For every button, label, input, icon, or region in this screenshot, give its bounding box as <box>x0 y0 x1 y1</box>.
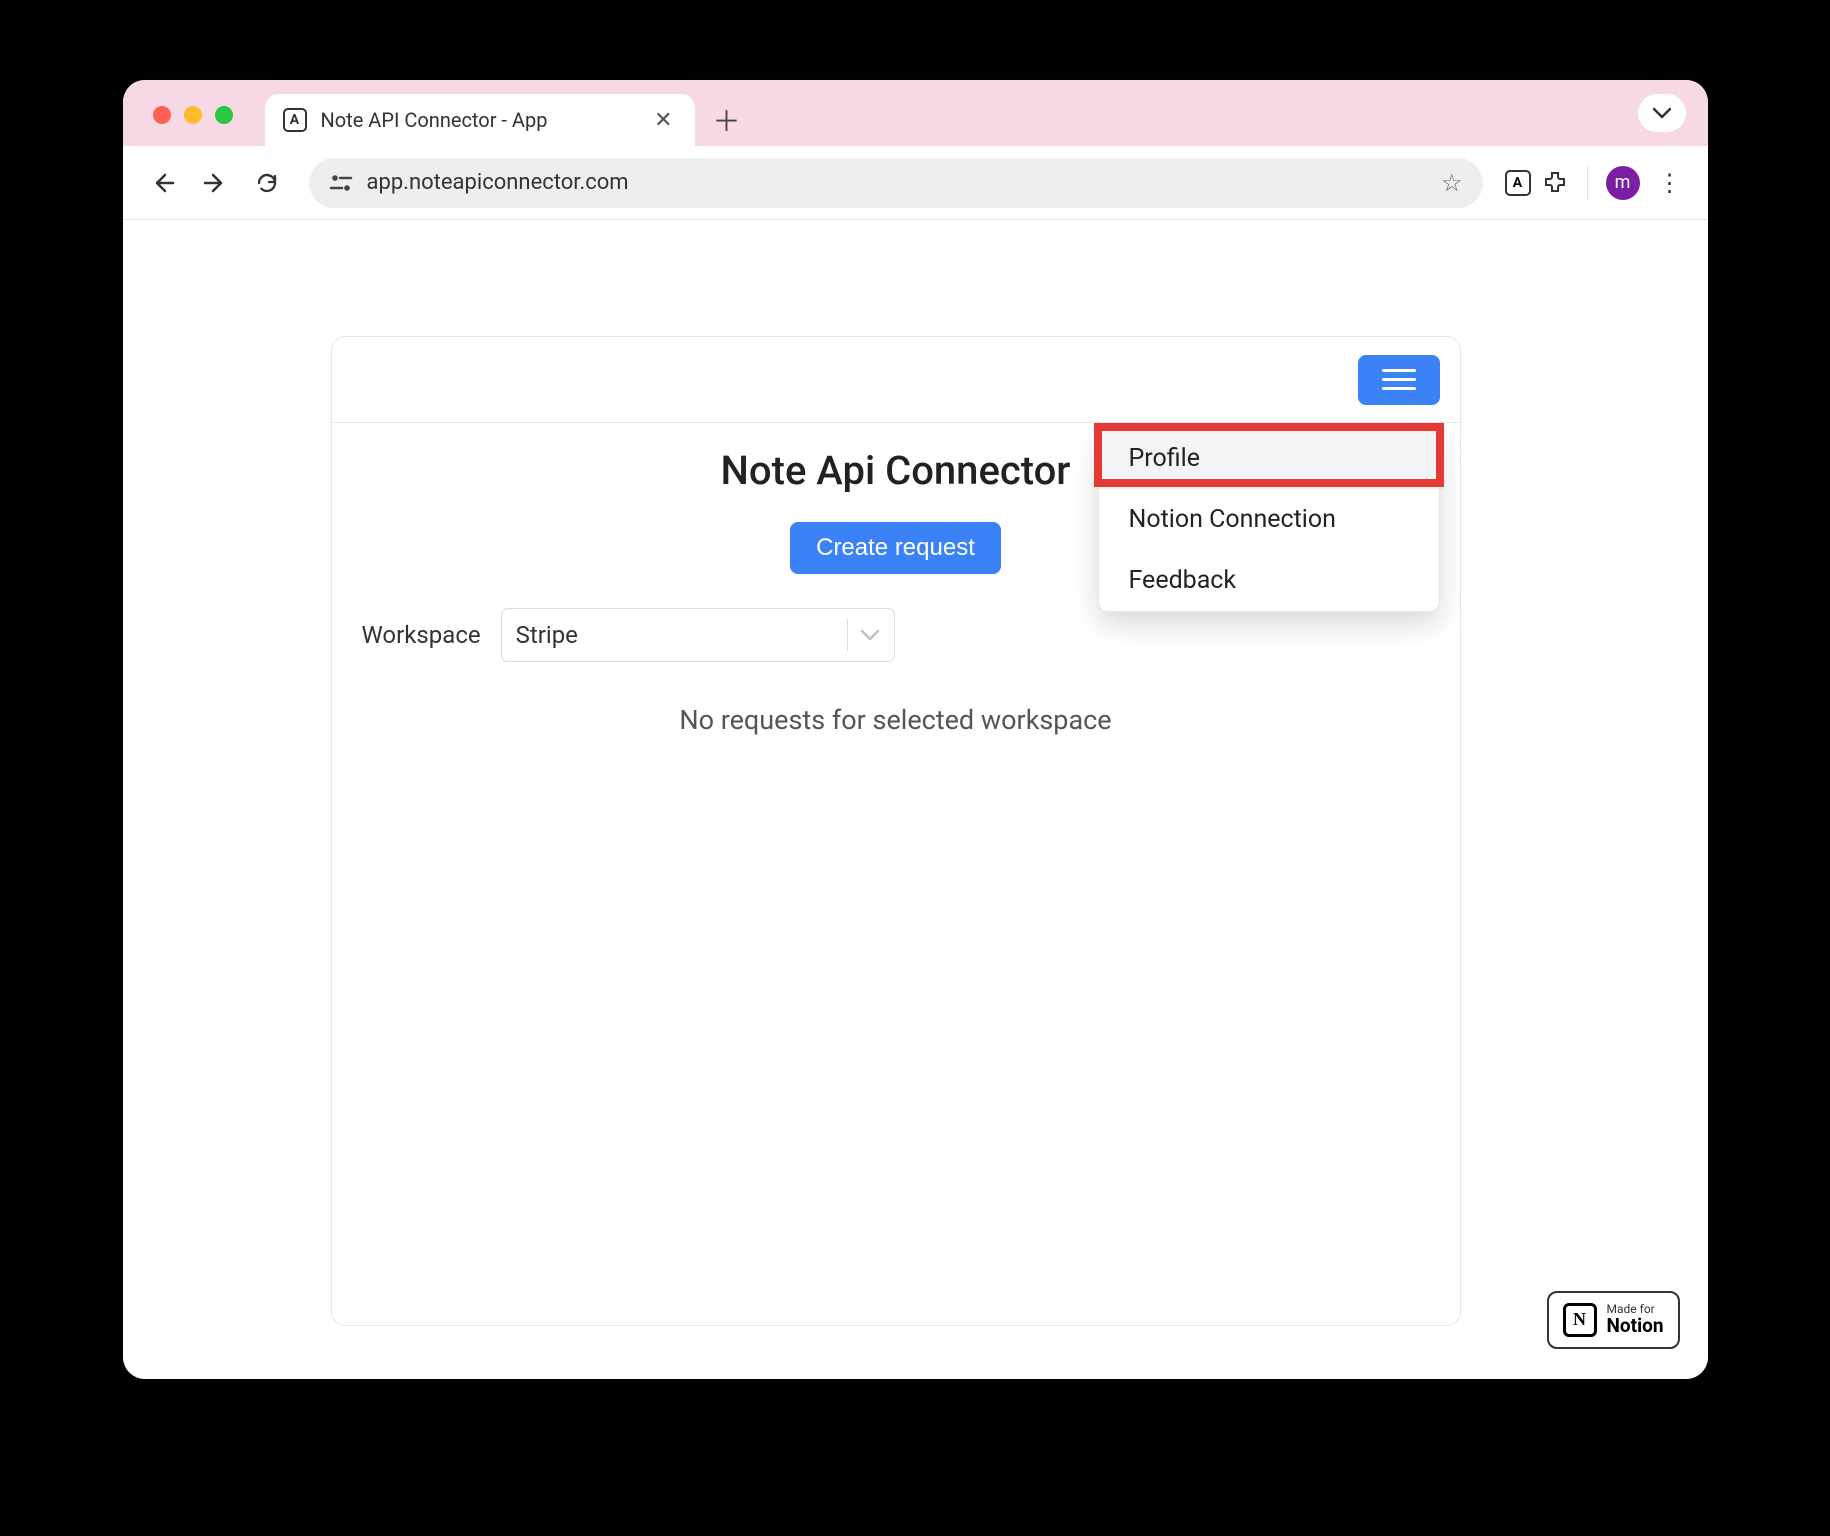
profile-avatar[interactable]: m <box>1606 166 1640 200</box>
reload-button[interactable] <box>247 163 287 203</box>
workspace-row: Workspace Stripe <box>362 608 1430 662</box>
tab-title: Note API Connector - App <box>321 108 637 132</box>
arrow-left-icon <box>151 171 175 195</box>
menu-item-notion-connection[interactable]: Notion Connection <box>1099 489 1439 550</box>
minimize-window-button[interactable] <box>184 106 202 124</box>
menu-toggle-button[interactable] <box>1358 355 1440 405</box>
url-text: app.noteapiconnector.com <box>367 170 1427 195</box>
badge-text: Made for Notion <box>1607 1303 1664 1337</box>
browser-toolbar: app.noteapiconnector.com ☆ A m ⋮ <box>123 146 1708 220</box>
close-tab-button[interactable]: ✕ <box>650 108 676 133</box>
browser-menu-button[interactable]: ⋮ <box>1652 169 1688 197</box>
tab-favicon-icon: A <box>283 108 307 132</box>
select-separator <box>847 619 848 651</box>
window-controls <box>153 106 233 124</box>
browser-tab[interactable]: A Note API Connector - App ✕ <box>265 94 695 146</box>
avatar-letter: m <box>1615 172 1631 193</box>
address-bar[interactable]: app.noteapiconnector.com ☆ <box>309 158 1483 208</box>
chevron-down-icon <box>1653 107 1671 119</box>
site-settings-icon[interactable] <box>329 173 353 193</box>
extension-a-icon[interactable]: A <box>1505 170 1531 196</box>
notion-logo-icon: N <box>1563 1303 1597 1337</box>
app-card: Note Api Connector Create request Worksp… <box>331 336 1461 1326</box>
workspace-selected-value: Stripe <box>516 621 835 649</box>
maximize-window-button[interactable] <box>215 106 233 124</box>
close-window-button[interactable] <box>153 106 171 124</box>
forward-button[interactable] <box>195 163 235 203</box>
card-header <box>332 337 1460 423</box>
chevron-down-icon <box>860 628 880 642</box>
badge-big-text: Notion <box>1607 1316 1664 1337</box>
new-tab-button[interactable]: ＋ <box>707 100 747 140</box>
tab-bar: A Note API Connector - App ✕ ＋ <box>123 80 1708 146</box>
back-button[interactable] <box>143 163 183 203</box>
made-for-notion-badge[interactable]: N Made for Notion <box>1547 1291 1680 1349</box>
toolbar-divider <box>1587 165 1588 201</box>
menu-item-profile[interactable]: Profile <box>1099 428 1439 489</box>
reload-icon <box>255 171 279 195</box>
tab-overflow-button[interactable] <box>1638 94 1686 132</box>
browser-window: A Note API Connector - App ✕ ＋ app.notea… <box>123 80 1708 1379</box>
page-content: Note Api Connector Create request Worksp… <box>123 220 1708 1379</box>
menu-dropdown: Profile Notion Connection Feedback <box>1098 427 1440 612</box>
hamburger-icon <box>1382 369 1416 372</box>
create-request-button[interactable]: Create request <box>790 522 1001 574</box>
workspace-select[interactable]: Stripe <box>501 608 895 662</box>
extensions-puzzle-icon[interactable] <box>1543 170 1569 196</box>
bookmark-star-icon[interactable]: ☆ <box>1441 169 1463 197</box>
arrow-right-icon <box>203 171 227 195</box>
menu-item-feedback[interactable]: Feedback <box>1099 550 1439 611</box>
empty-state-message: No requests for selected workspace <box>362 704 1430 736</box>
workspace-label: Workspace <box>362 621 481 649</box>
